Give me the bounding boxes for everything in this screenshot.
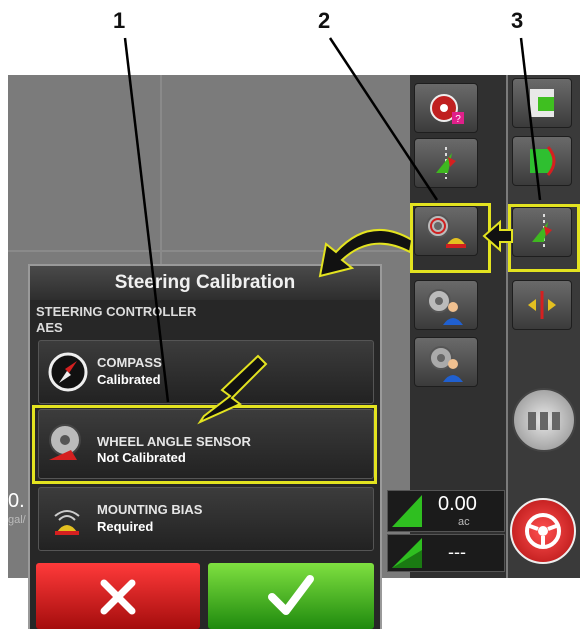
wheel-sensor-user-button[interactable]: [414, 280, 478, 330]
dialog-title: Steering Calibration: [30, 266, 380, 300]
steering-help-button[interactable]: ?: [414, 83, 478, 133]
callout-3: 3: [511, 8, 524, 33]
compass-label: COMPASS: [97, 355, 162, 370]
callout-2: 2: [318, 8, 331, 33]
compass-row[interactable]: COMPASS Calibrated: [38, 340, 374, 404]
area-readout: 0.00 ac: [387, 490, 505, 532]
steering-user-icon: [429, 346, 463, 382]
steering-user-button[interactable]: [414, 337, 478, 387]
grid-line: [8, 250, 413, 252]
second-value: ---: [448, 542, 466, 562]
area-triangle-icon: [392, 538, 422, 568]
svg-text:?: ?: [455, 114, 461, 125]
mounting-bias-row[interactable]: MOUNTING BIAS Required: [38, 487, 374, 551]
gear-shift-icon: [528, 412, 560, 430]
confirm-button[interactable]: [208, 563, 374, 629]
highlight-box-1: [32, 405, 377, 484]
highlight-box-2: [410, 203, 491, 273]
steering-wheel-help-icon: ?: [430, 94, 464, 125]
area-value: 0.00: [438, 493, 477, 515]
section-value: AES: [36, 320, 63, 335]
wheel-sensor-user-icon: [427, 289, 463, 325]
second-readout: ---: [387, 534, 505, 572]
close-icon: [100, 579, 136, 615]
callout-1: 1: [113, 8, 126, 33]
guidance-line-button[interactable]: [414, 138, 478, 188]
mounting-bias-status: Required: [97, 519, 154, 534]
move-arrows-icon: [528, 291, 556, 319]
curve-path-button[interactable]: [512, 136, 572, 186]
area-triangle-icon: [392, 495, 422, 527]
move-guidance-button[interactable]: [512, 280, 572, 330]
map-view-button[interactable]: [512, 78, 572, 128]
checkmark-icon: [268, 575, 314, 615]
curve-path-icon: [530, 146, 556, 176]
mounting-bias-icon: [54, 510, 80, 535]
steering-engage-icon: [525, 513, 561, 549]
steering-engage-button[interactable]: [510, 498, 576, 564]
gear-shift-button[interactable]: [512, 388, 576, 452]
compass-status: Calibrated: [97, 372, 161, 387]
guidance-line-icon: [436, 147, 456, 179]
area-unit: ac: [458, 516, 470, 528]
map-green-icon: [530, 89, 554, 117]
left-partial-value: 0.: [8, 490, 25, 512]
cancel-button[interactable]: [36, 563, 200, 629]
left-partial-unit: gal/: [8, 514, 26, 526]
section-label: STEERING CONTROLLER: [36, 304, 197, 319]
compass-icon: [48, 352, 88, 392]
highlight-box-3: [508, 204, 580, 272]
left-partial-readout: 0. gal/: [8, 490, 30, 550]
mounting-bias-label: MOUNTING BIAS: [97, 502, 203, 517]
